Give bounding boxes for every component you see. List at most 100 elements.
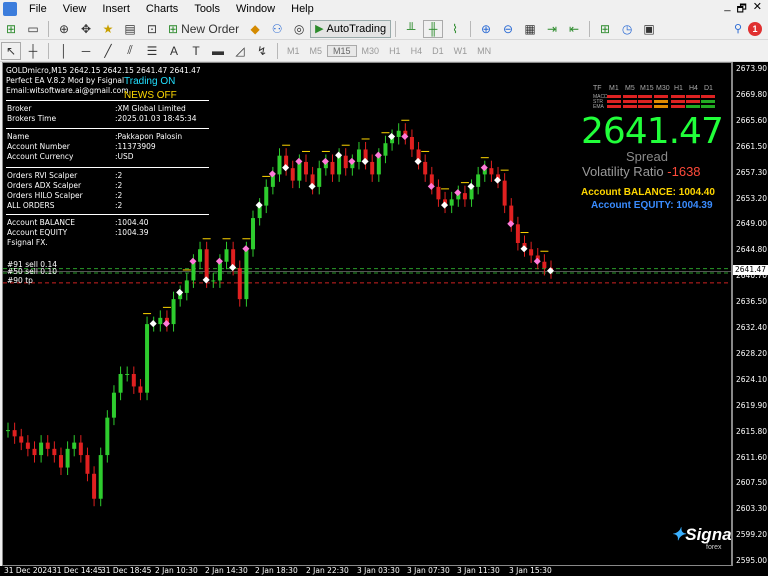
trendline-icon[interactable]: ╱ (98, 42, 118, 60)
tf-signal-cell (671, 105, 685, 108)
timeframe-h1[interactable]: H1 (384, 46, 406, 56)
shapes-icon[interactable]: ◿ (230, 42, 250, 60)
equity-value: 1004.39 (676, 200, 713, 211)
signals-icon[interactable]: ⚇ (267, 20, 287, 38)
timeframe-m1[interactable]: M1 (282, 46, 305, 56)
app-icon (3, 2, 17, 16)
horizontal-line-icon[interactable]: ─ (76, 42, 96, 60)
line-chart-icon[interactable]: ⌇ (445, 20, 465, 38)
restore-icon[interactable]: 🗗 (736, 0, 746, 19)
profiles-icon[interactable]: ▭ (23, 20, 43, 38)
candle-chart-icon[interactable]: ╫ (423, 19, 444, 38)
tf-header: M15 (640, 85, 654, 92)
bar-chart-icon[interactable]: ╨ (401, 20, 421, 38)
candle-body (337, 155, 342, 175)
candle-body (277, 155, 282, 175)
candle-body (290, 168, 295, 181)
templates-icon[interactable]: ▣ (639, 20, 659, 38)
text-label-icon[interactable]: T (186, 42, 206, 60)
timeframe-d1[interactable]: D1 (427, 46, 449, 56)
crosshair-icon[interactable]: ┼ (23, 42, 43, 60)
info-value: :2 (115, 191, 123, 200)
channel-icon[interactable]: ⫽ (120, 42, 140, 60)
candle-body (542, 261, 547, 268)
tf-signal-cell (701, 100, 715, 103)
price-label: 2661.50 (736, 141, 768, 151)
separator (277, 42, 278, 59)
time-label: 31 Dec 2024 (4, 566, 52, 575)
tf-header: TF (593, 85, 602, 92)
data-window-icon[interactable]: ✥ (76, 20, 96, 38)
candle-body (423, 161, 428, 175)
market-watch-icon[interactable]: ⊕ (54, 20, 74, 38)
vertical-line-icon[interactable]: │ (54, 42, 74, 60)
timeframe-m5[interactable]: M5 (305, 46, 328, 56)
autotrading-button[interactable]: ▶ AutoTrading (310, 19, 392, 38)
info-label: Brokers Time (7, 114, 57, 123)
cursor-icon[interactable]: ↖ (1, 41, 21, 60)
terminal-icon[interactable]: ▤ (120, 20, 140, 38)
time-axis: 31 Dec 2024 31 Dec 14:45 31 Dec 18:45 2 Jan… (0, 566, 768, 576)
info-label: Orders RVI Scalper (7, 171, 78, 180)
candle-body (72, 442, 77, 449)
timeframe-w1[interactable]: W1 (449, 46, 473, 56)
minimize-icon[interactable]: _ (724, 0, 730, 19)
zoom-out-icon[interactable]: ⊖ (498, 20, 518, 38)
timeframe-h4[interactable]: H4 (406, 46, 428, 56)
indicators-icon[interactable]: ⊞ (595, 20, 615, 38)
strategy-tester-icon[interactable]: ⊡ (142, 20, 162, 38)
logo-sub: forex (706, 544, 722, 551)
text-icon[interactable]: A (164, 42, 184, 60)
close-icon[interactable]: ✕ (753, 0, 762, 19)
zoom-in-icon[interactable]: ⊕ (476, 20, 496, 38)
menu-insert[interactable]: Insert (94, 0, 138, 18)
menu-view[interactable]: View (55, 0, 95, 18)
menu-charts[interactable]: Charts (138, 0, 186, 18)
timeframe-m15[interactable]: M15 (327, 44, 357, 57)
separator (48, 42, 49, 59)
arrows-icon[interactable]: ↯ (252, 42, 272, 60)
new-order-label: New Order (181, 21, 240, 36)
tf-signal-cell (654, 95, 668, 98)
signal-forex-logo: ✦Signal forex (671, 525, 731, 551)
notification-badge[interactable]: 1 (748, 21, 762, 36)
info-value: :1004.40 (115, 218, 149, 227)
chart-shift-icon[interactable]: ⇤ (564, 20, 584, 38)
radio-icon[interactable]: ◎ (289, 20, 309, 38)
search-icon[interactable]: ⚲ (734, 22, 742, 35)
timeframe-mn[interactable]: MN (472, 46, 496, 56)
new-order-button[interactable]: ⊞ New Order (164, 20, 243, 38)
time-label: 31 Dec 18:45 (101, 566, 152, 575)
autoscroll-icon[interactable]: ⇥ (542, 20, 562, 38)
menu-tools[interactable]: Tools (186, 0, 228, 18)
price-label: 2603.30 (736, 504, 768, 514)
time-label: 3 Jan 11:30 (457, 566, 500, 575)
divider (6, 128, 209, 129)
candle-body (204, 249, 209, 281)
rectangle-icon[interactable]: ▬ (208, 42, 228, 60)
menu-window[interactable]: Window (228, 0, 283, 18)
chart-window[interactable]: GOLDmicro,M15 2642.15 2642.15 2641.47 26… (2, 62, 732, 566)
signal-marker (149, 320, 157, 328)
menu-file[interactable]: File (21, 0, 55, 18)
candle-body (251, 218, 256, 250)
fibonacci-icon[interactable]: ☰ (142, 42, 162, 60)
equity-label: Account EQUITY: (591, 200, 674, 211)
menu-help[interactable]: Help (283, 0, 322, 18)
candle-body (476, 174, 481, 187)
periods-icon[interactable]: ◷ (617, 20, 637, 38)
price-label: 2665.60 (736, 115, 768, 125)
tile-windows-icon[interactable]: ▦ (520, 20, 540, 38)
info-label: Account BALANCE (7, 218, 76, 227)
divider (6, 214, 209, 215)
new-chart-icon[interactable]: ⊞ (1, 20, 21, 38)
metaeditor-icon[interactable]: ◆ (245, 20, 265, 38)
spread-label: Spread (626, 149, 668, 164)
separator (589, 20, 591, 37)
tf-signal-cell (686, 105, 700, 108)
navigator-icon[interactable]: ★ (98, 20, 118, 38)
price-label: 2657.30 (736, 167, 768, 177)
candle-body (39, 442, 44, 456)
time-label: 3 Jan 03:30 (357, 566, 400, 575)
timeframe-m30[interactable]: M30 (357, 46, 385, 56)
